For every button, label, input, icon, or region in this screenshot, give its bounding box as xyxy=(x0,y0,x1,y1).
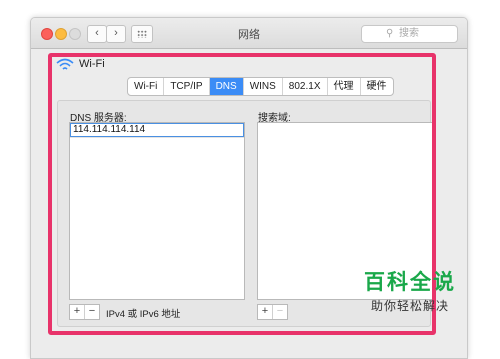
search-placeholder: 搜索 xyxy=(399,28,419,39)
watermark-logo: 百科全说 助你轻松解决 xyxy=(350,262,480,322)
watermark-subtitle: 助你轻松解决 xyxy=(371,299,450,313)
watermark-title: 百科全说 xyxy=(364,271,456,294)
search-field[interactable]: ⚲ 搜索 xyxy=(361,25,458,43)
title-bar: ‹ › 网络 ⚲ 搜索 xyxy=(31,18,467,49)
search-icon: ⚲ xyxy=(386,28,394,39)
